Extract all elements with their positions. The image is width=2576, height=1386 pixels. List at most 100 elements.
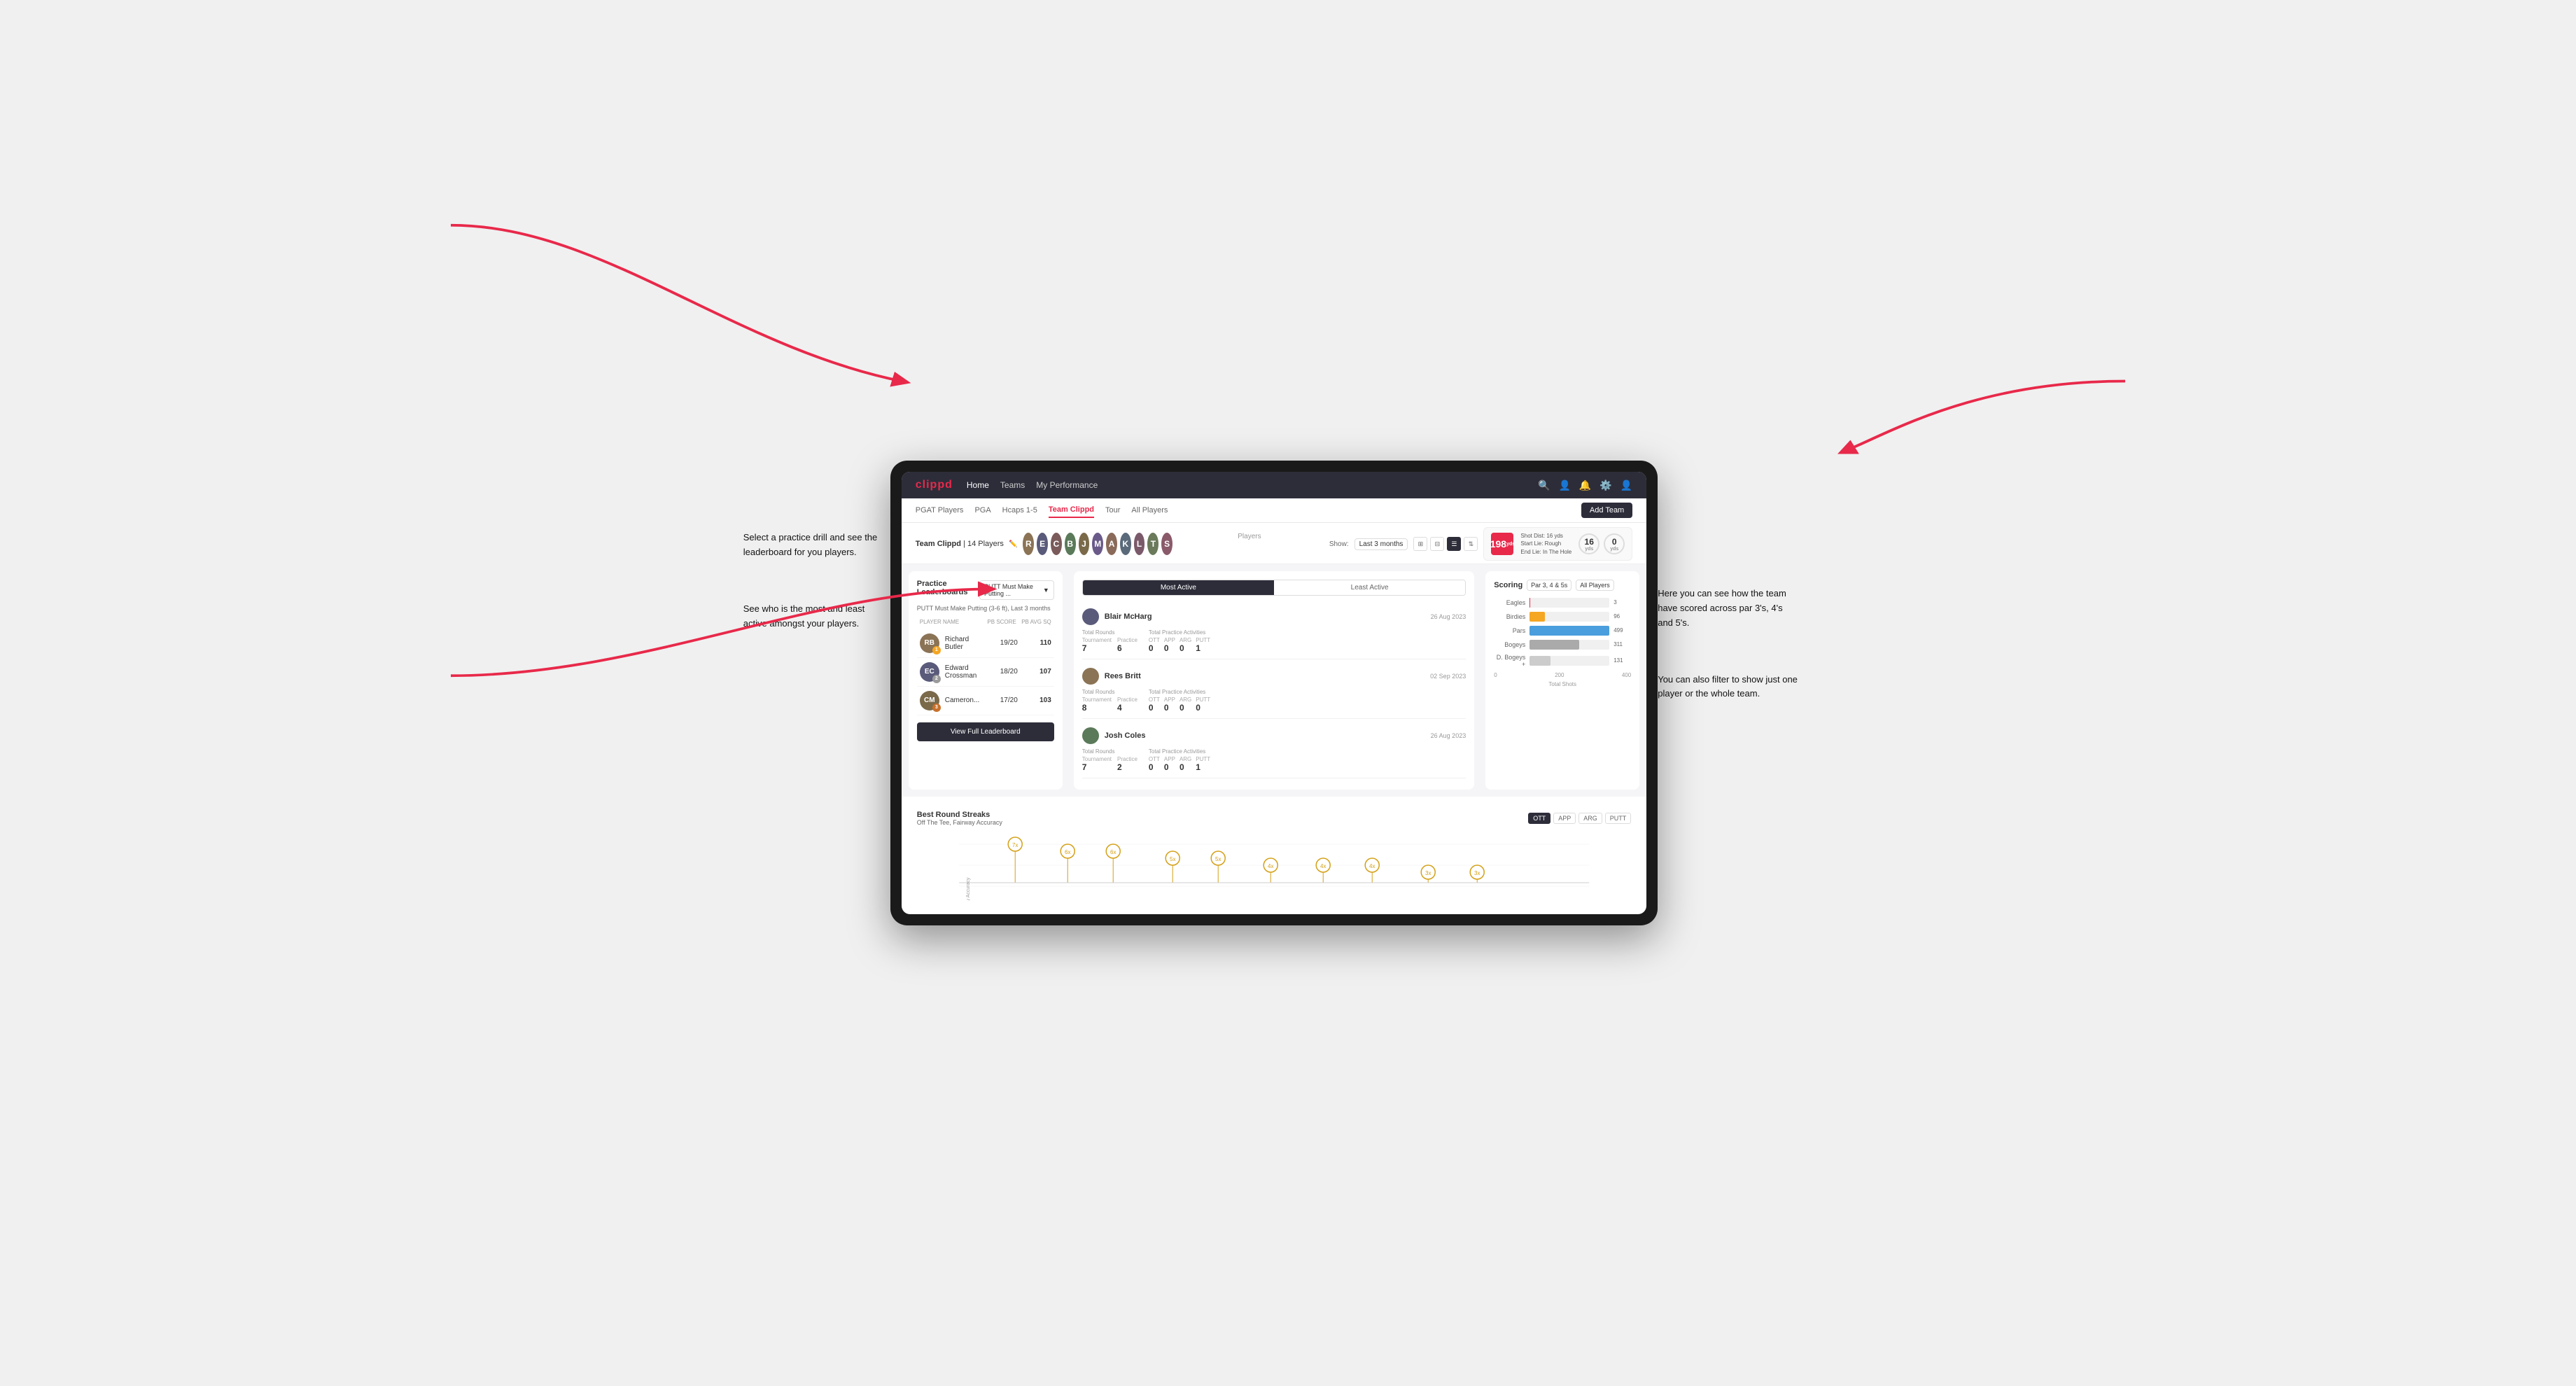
person-icon[interactable]: 👤 [1558,479,1570,491]
practice-activities-label-3: Total Practice Activities [1149,748,1210,755]
total-rounds-group-2: Total Rounds Tournament 8 Practice [1082,689,1138,713]
avatar[interactable]: M [1092,533,1103,555]
svg-text:4x: 4x [1369,863,1375,869]
chart-footer: 0 200 400 [1494,672,1631,678]
sub-nav-all-players[interactable]: All Players [1131,503,1168,517]
list-view[interactable]: ☰ [1447,537,1461,551]
filter-view[interactable]: ⇅ [1464,537,1478,551]
bar-row-pars: Pars 499 [1494,626,1631,636]
edit-team-icon[interactable]: ✏️ [1009,540,1017,548]
practice-activities-label-2: Total Practice Activities [1149,689,1210,695]
axis-label-400: 400 [1622,672,1631,678]
nav-my-performance[interactable]: My Performance [1036,477,1098,493]
sub-nav-pga[interactable]: PGA [974,503,990,517]
filter-putt[interactable]: PUTT [1605,813,1632,824]
tablet-frame: clippd Home Teams My Performance 🔍 👤 🔔 ⚙… [890,461,1658,925]
stat-values-2: Tournament 8 Practice 4 [1082,696,1138,713]
activity-name-1: Blair McHarg [1105,612,1425,621]
streak-titles: Best Round Streaks Off The Tee, Fairway … [917,811,1002,826]
filter-arg[interactable]: ARG [1578,813,1602,824]
svg-text:6x: 6x [1065,849,1070,855]
rank-badge-3: 3 [932,704,941,712]
streak-title: Best Round Streaks [917,811,1002,819]
avatar[interactable]: K [1120,533,1131,555]
leaderboard-row-2[interactable]: EC 2 Edward Crossman 18/20 107 [917,658,1054,687]
bell-icon[interactable]: 🔔 [1579,479,1591,491]
bar-label-bogeys: Bogeys [1494,641,1525,648]
tab-most-active[interactable]: Most Active [1083,580,1274,595]
activity-date-1: 26 Aug 2023 [1431,613,1466,620]
drill-selector[interactable]: PUTT Must Make Putting ... ▼ [979,580,1054,600]
practice-activities-label-1: Total Practice Activities [1149,629,1210,636]
show-period-select[interactable]: Last 3 months [1354,538,1408,550]
settings-icon[interactable]: ⚙️ [1600,479,1611,491]
svg-text:3x: 3x [1474,870,1480,876]
sub-nav: PGAT Players PGA Hcaps 1-5 Team Clippd T… [902,498,1646,523]
filter-app[interactable]: APP [1553,813,1576,824]
team-title: Team Clippd | 14 Players ✏️ [916,540,1018,548]
avatar[interactable]: E [1037,533,1048,555]
leaderboard-row-3[interactable]: CM 3 Cameron... 17/20 103 [917,687,1054,715]
rank-badge-1: 1 [932,646,941,654]
putt-col-2: PUTT 0 [1196,696,1210,713]
view-full-leaderboard-button[interactable]: View Full Leaderboard [917,722,1054,741]
leaderboard-row-1[interactable]: RB 1 Richard Butler 19/20 110 [917,629,1054,658]
streak-svg: 7x 6x 6x 5x [917,830,1631,900]
tournament-col-1: Tournament 7 [1082,637,1112,653]
activity-date-3: 26 Aug 2023 [1431,732,1466,739]
sub-nav-tour[interactable]: Tour [1105,503,1120,517]
tab-least-active[interactable]: Least Active [1274,580,1465,595]
add-team-button[interactable]: Add Team [1581,503,1632,518]
scoring-title: Scoring [1494,581,1522,589]
scoring-player-filter[interactable]: All Players [1576,580,1614,591]
nav-items: Home Teams My Performance [967,477,1524,493]
avatar[interactable]: R [1023,533,1034,555]
stat-values-3: Tournament 7 Practice 2 [1082,756,1138,772]
bar-container-pars [1530,626,1609,636]
activity-avatar-3 [1082,727,1099,744]
avatar[interactable]: A [1106,533,1117,555]
bar-value-dbogeys: 131 [1614,657,1631,664]
avatar[interactable]: J [1079,533,1090,555]
activity-card-1: Blair McHarg 26 Aug 2023 Total Rounds To… [1082,603,1466,659]
bar-container-birdies [1530,612,1609,622]
bar-fill-bogeys [1530,640,1579,650]
avatar-icon[interactable]: 👤 [1620,479,1632,491]
player-avg-1: 110 [1023,639,1051,647]
sub-nav-hcaps[interactable]: Hcaps 1-5 [1002,503,1037,517]
show-label: Show: [1329,540,1349,548]
ott-col-1: OTT 0 [1149,637,1160,653]
leaderboard-avatar-2: EC 2 [920,662,939,682]
panel-activity: Most Active Least Active Blair McHarg 26… [1074,571,1474,790]
rank-badge-2: 2 [932,675,941,683]
sub-nav-team-clippd[interactable]: Team Clippd [1049,503,1094,518]
filter-ott[interactable]: OTT [1528,813,1550,824]
avatar[interactable]: T [1147,533,1158,555]
tournament-col-3: Tournament 7 [1082,756,1112,772]
sub-nav-pgat[interactable]: PGAT Players [916,503,964,517]
leaderboard-avatar-3: CM 3 [920,691,939,710]
player-card-header-2: Rees Britt 02 Sep 2023 [1082,668,1466,685]
activity-card-3: Josh Coles 26 Aug 2023 Total Rounds Tour… [1082,722,1466,778]
avatar[interactable]: S [1161,533,1172,555]
scoring-bar-chart: Eagles 3 Birdies [1494,598,1631,668]
grid-view[interactable]: ⊟ [1430,537,1444,551]
avatar[interactable]: L [1134,533,1145,555]
score-circle-1: 16 yds [1578,533,1600,554]
players-avatars: R E C B J M A K L T S Players [1023,533,1323,555]
main-content: Practice Leaderboards PUTT Must Make Put… [902,564,1646,797]
search-icon[interactable]: 🔍 [1538,479,1550,491]
logo: clippd [916,479,953,491]
nav-home[interactable]: Home [967,477,989,493]
panel-practice-leaderboards: Practice Leaderboards PUTT Must Make Put… [909,571,1063,790]
bar-container-eagles [1530,598,1609,608]
nav-icons: 🔍 👤 🔔 ⚙️ 👤 [1538,479,1632,491]
grid-sm-view[interactable]: ⊞ [1413,537,1427,551]
nav-teams[interactable]: Teams [1000,477,1025,493]
scoring-par-filter[interactable]: Par 3, 4 & 5s [1527,580,1572,591]
avatar[interactable]: B [1065,533,1076,555]
avatar[interactable]: C [1051,533,1062,555]
player-score-1: 19/20 [990,639,1018,647]
col-headers: PLAYER NAME PB SCORE PB AVG SQ [917,619,1054,625]
players-label: Players [1175,533,1324,555]
